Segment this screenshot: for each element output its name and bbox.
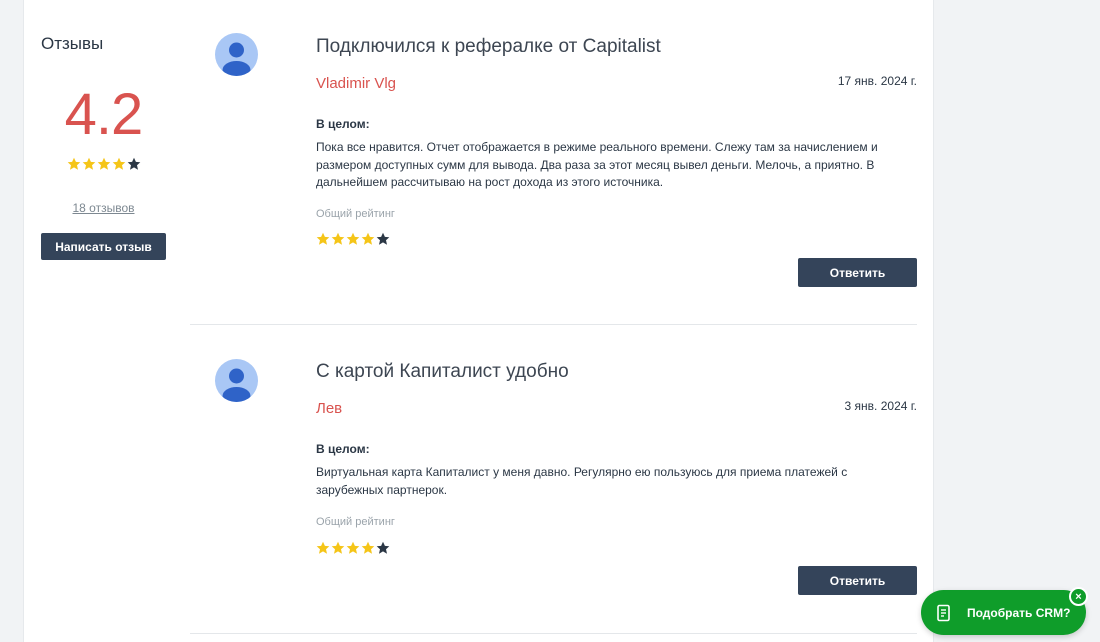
review-section-label: В целом:	[316, 117, 370, 131]
star-filled-icon	[361, 232, 375, 246]
review-item: С картой Капиталист удобно Лев 3 янв. 20…	[190, 325, 917, 635]
star-filled-icon	[361, 541, 375, 555]
review-rating-stars	[316, 232, 390, 251]
star-filled-icon	[346, 232, 360, 246]
overall-rating-label: Общий рейтинг	[316, 516, 395, 528]
crm-widget-button[interactable]: Подобрать CRM?	[921, 590, 1086, 635]
summary-rating-stars	[41, 157, 166, 176]
review-author[interactable]: Vladimir Vlg	[316, 75, 396, 92]
reply-button[interactable]: Ответить	[798, 566, 917, 595]
review-rating-stars	[316, 541, 390, 560]
review-section-label: В целом:	[316, 442, 370, 456]
star-filled-icon	[346, 541, 360, 555]
right-sidebar	[949, 0, 1100, 642]
review-title: С картой Капиталист удобно	[316, 361, 569, 382]
reply-button[interactable]: Ответить	[798, 258, 917, 287]
write-review-button[interactable]: Написать отзыв	[41, 233, 166, 260]
star-empty-icon	[127, 157, 141, 171]
star-empty-icon	[376, 232, 390, 246]
page-gutter	[0, 0, 8, 642]
review-item: Подключился к рефералке от Capitalist Vl…	[190, 0, 917, 320]
close-icon[interactable]: ×	[1069, 587, 1088, 606]
user-avatar-icon	[215, 359, 258, 402]
star-filled-icon	[316, 541, 330, 555]
review-date: 3 янв. 2024 г.	[844, 399, 917, 413]
review-text: Пока все нравится. Отчет отображается в …	[316, 140, 878, 189]
star-filled-icon	[82, 157, 96, 171]
review-text: Виртуальная карта Капиталист у меня давн…	[316, 465, 848, 497]
reviews-count-link[interactable]: 18 отзывов	[41, 201, 166, 215]
review-title: Подключился к рефералке от Capitalist	[316, 36, 661, 57]
star-filled-icon	[97, 157, 111, 171]
star-filled-icon	[331, 232, 345, 246]
crm-widget-label: Подобрать CRM?	[967, 605, 1071, 620]
star-empty-icon	[376, 541, 390, 555]
star-filled-icon	[67, 157, 81, 171]
review-divider	[190, 633, 917, 634]
star-filled-icon	[331, 541, 345, 555]
reviews-heading: Отзывы	[41, 34, 104, 53]
star-filled-icon	[316, 232, 330, 246]
document-icon	[935, 604, 953, 622]
average-rating: 4.2	[64, 82, 144, 147]
user-avatar-icon	[215, 33, 258, 76]
star-filled-icon	[112, 157, 126, 171]
review-date: 17 янв. 2024 г.	[837, 74, 917, 88]
overall-rating-label: Общий рейтинг	[316, 208, 395, 220]
review-author[interactable]: Лев	[316, 400, 342, 417]
